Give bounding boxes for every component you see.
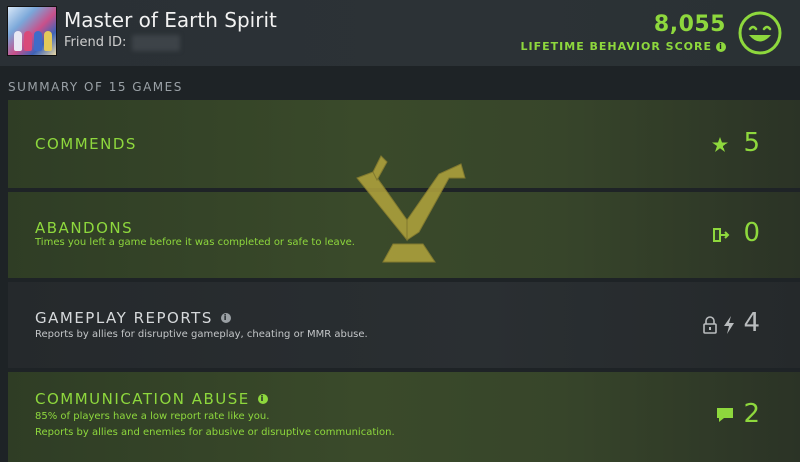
avatar-figure [14, 31, 22, 51]
gameplay-reports-value: 4 [743, 308, 760, 338]
player-name: Master of Earth Spirit [64, 8, 277, 32]
abandons-description: Times you left a game before it was comp… [35, 237, 355, 248]
profile-header: Master of Earth Spirit Friend ID: 8,055 … [0, 0, 800, 66]
avatar-figure [44, 31, 52, 51]
avatar-figure [24, 31, 32, 51]
summary-heading: SUMMARY OF 15 GAMES [8, 80, 183, 94]
abandons-value: 0 [743, 218, 760, 248]
commends-value: 5 [743, 128, 760, 158]
info-icon[interactable]: i [716, 41, 726, 52]
friend-id-label: Friend ID: [64, 35, 127, 50]
gameplay-reports-row: GAMEPLAY REPORTS i Reports by allies for… [8, 282, 800, 368]
chat-icon [717, 408, 733, 422]
gameplay-reports-description: Reports by allies for disruptive gamepla… [35, 329, 368, 340]
info-icon[interactable]: i [257, 394, 268, 404]
communication-abuse-title: COMMUNICATION ABUSE i [35, 390, 268, 408]
lock-icon [703, 316, 717, 334]
communication-abuse-title-text: COMMUNICATION ABUSE [35, 390, 250, 408]
valve-emblem-watermark [356, 155, 466, 263]
gameplay-reports-title: GAMEPLAY REPORTS i [35, 309, 231, 327]
friend-id-value-redacted [132, 35, 180, 51]
lightning-icon [724, 316, 734, 334]
smiley-icon [738, 11, 782, 55]
avatar[interactable] [7, 6, 57, 56]
exit-door-icon [713, 228, 730, 242]
star-icon [712, 137, 729, 152]
behavior-score-label: LIFETIME BEHAVIOR SCORE i [521, 40, 726, 53]
commends-title: COMMENDS [35, 135, 137, 153]
communication-abuse-description: Reports by allies and enemies for abusiv… [35, 427, 395, 438]
communication-abuse-row: COMMUNICATION ABUSE i 85% of players hav… [8, 372, 800, 462]
commends-title-text: COMMENDS [35, 135, 137, 153]
info-icon[interactable]: i [220, 313, 231, 323]
communication-abuse-stat: 85% of players have a low report rate li… [35, 411, 270, 422]
behavior-score-value: 8,055 [653, 12, 726, 37]
communication-abuse-value: 2 [743, 399, 760, 429]
behavior-score-label-text: LIFETIME BEHAVIOR SCORE [520, 40, 712, 53]
avatar-figure [34, 31, 42, 51]
gameplay-reports-title-text: GAMEPLAY REPORTS [35, 309, 213, 327]
